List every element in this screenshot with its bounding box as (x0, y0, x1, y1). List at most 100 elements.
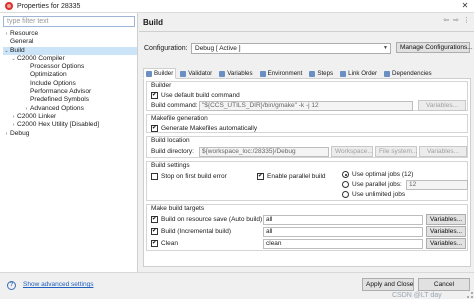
build-directory-variables-button[interactable]: Variables... (419, 146, 467, 157)
checkbox-checked-icon (151, 91, 158, 99)
stop-on-first-error-label: Stop on first build error (161, 173, 227, 180)
tab-variables[interactable]: Variables (216, 68, 255, 79)
filter-input[interactable]: type filter text (3, 16, 135, 27)
chevron-right-icon[interactable]: › (10, 113, 17, 121)
use-optimal-jobs-radio[interactable]: Use optimal jobs (12) (342, 170, 413, 179)
tab-builder[interactable]: Builder (143, 68, 177, 79)
use-default-build-command-checkbox[interactable]: Use default build command (151, 91, 240, 100)
tree-item[interactable]: General (3, 38, 137, 46)
enable-parallel-build-label: Enable parallel build (267, 173, 326, 180)
chevron-right-icon[interactable]: › (3, 130, 10, 138)
manage-configurations-button[interactable]: Manage Configurations... (396, 42, 473, 53)
file-system-button[interactable]: File system... (375, 146, 417, 157)
tab-steps[interactable]: Steps (306, 68, 336, 79)
target-variables-button[interactable]: Variables... (426, 226, 466, 237)
chevron-down-icon: ▼ (383, 44, 388, 51)
generate-makefiles-checkbox[interactable]: Generate Makefiles automatically (151, 124, 257, 133)
chevron-down-icon[interactable]: ⌄ (10, 55, 17, 63)
radio-unselected-icon (342, 181, 349, 188)
use-parallel-jobs-radio[interactable]: Use parallel jobs: 12 (342, 179, 468, 190)
tab-label: Validator (188, 69, 213, 77)
workspace-button[interactable]: Workspace... (331, 146, 373, 157)
parallel-jobs-spinner[interactable]: 12 (406, 179, 468, 190)
checkbox-checked-icon[interactable] (151, 239, 158, 247)
build-settings-group: Build settings Stop on first build error… (146, 161, 468, 201)
tree-item[interactable]: Optimization (3, 71, 137, 79)
builder-group: Builder Use default build command Build … (146, 81, 468, 111)
enable-parallel-build-checkbox[interactable]: Enable parallel build (257, 172, 326, 181)
checkbox-checked-icon[interactable] (151, 215, 158, 223)
help-icon[interactable]: ? (7, 281, 16, 290)
tree-item-label: General (10, 38, 34, 46)
build-command-variables-button[interactable]: Variables... (418, 100, 466, 111)
tab-icon (309, 70, 316, 77)
checkbox-unchecked-icon (151, 173, 158, 180)
checkbox-checked-icon[interactable] (151, 227, 158, 235)
chevron-right-icon[interactable]: › (10, 121, 17, 129)
target-row: Build on resource save (Auto build) all … (151, 214, 467, 225)
tree-item[interactable]: Processor Options (3, 63, 137, 71)
window-titlebar: Properties for 28335 ✕ (0, 0, 474, 13)
build-command-field[interactable]: "${CCS_UTILS_DIR}/bin/gmake" -k -j 12 (199, 100, 413, 111)
resize-grip-icon[interactable] (467, 292, 473, 298)
build-location-group: Build location Build directory: ${worksp… (146, 136, 468, 158)
tree-item[interactable]: Performance Advisor (3, 88, 137, 96)
target-field[interactable]: all (263, 214, 423, 225)
tree-item[interactable]: ⌄C2000 Compiler (3, 55, 137, 63)
chevron-right-icon[interactable]: › (3, 30, 10, 38)
tree-item[interactable]: › Debug (3, 130, 137, 138)
tree-item-label: Processor Options (30, 63, 85, 71)
build-settings-title: Build settings (151, 162, 190, 169)
tree-item[interactable]: Include Options (3, 80, 137, 88)
use-unlimited-jobs-radio[interactable]: Use unlimited jobs (342, 190, 405, 199)
make-build-targets-title: Make build targets (151, 205, 205, 212)
back-arrow-icon[interactable]: ⇦ (443, 16, 449, 24)
forward-arrow-icon[interactable]: ⇨ (453, 16, 459, 24)
tree-item[interactable]: › C2000 Hex Utility [Disabled] (3, 121, 137, 129)
build-properties-page: Build ⇦ ⇨ ⋮ Configuration: Debug [ Activ… (139, 13, 474, 272)
property-page-navigator: type filter text › Resource General ⌄Build ⌄… (0, 13, 138, 272)
show-advanced-settings-link[interactable]: Show advanced settings (23, 281, 93, 288)
chevron-right-icon[interactable]: › (23, 105, 30, 113)
tab-validator[interactable]: Validator (177, 68, 215, 79)
view-menu-icon[interactable]: ⋮ (463, 16, 470, 24)
tree-item[interactable]: › Resource (3, 30, 137, 38)
target-variables-button[interactable]: Variables... (426, 214, 466, 225)
tree-item[interactable]: › C2000 Linker (3, 113, 137, 121)
build-directory-field[interactable]: ${workspace_loc:/28335}/Debug (199, 146, 329, 157)
tree-item-label: C2000 Linker (17, 112, 57, 120)
chevron-down-icon[interactable]: ⌄ (3, 47, 10, 55)
tree-item-label: Performance Advisor (30, 88, 92, 96)
tree-item-label: Resource (10, 30, 39, 37)
stop-on-first-error-checkbox[interactable]: Stop on first build error (151, 172, 227, 181)
tab-label: Variables (227, 69, 253, 77)
tab-environment[interactable]: Environment (257, 68, 306, 79)
target-variables-button[interactable]: Variables... (426, 238, 466, 249)
use-parallel-jobs-label: Use parallel jobs: (352, 181, 402, 188)
target-field[interactable]: clean (263, 238, 423, 249)
checkbox-checked-icon (151, 124, 158, 132)
tree-item[interactable]: Predefined Symbols (3, 96, 137, 104)
tab-icon (259, 70, 266, 77)
make-build-targets-group: Make build targets Build on resource sav… (146, 204, 468, 251)
use-unlimited-jobs-label: Use unlimited jobs (352, 191, 406, 198)
close-icon[interactable]: ✕ (460, 1, 470, 11)
header-divider (139, 31, 474, 32)
tab-icon (146, 70, 152, 77)
tab-dependencies[interactable]: Dependencies (381, 68, 435, 79)
tree-item-label: Include Options (30, 79, 76, 87)
target-row: Build (Incremental build) all Variables.… (151, 226, 467, 237)
cancel-button[interactable]: Cancel (418, 278, 470, 291)
tree-item[interactable]: ⌄Build (3, 46, 137, 55)
tab-link-order[interactable]: Link Order (337, 68, 380, 79)
tab-icon (384, 70, 391, 77)
configuration-select[interactable]: Debug [ Active ] ▼ (191, 42, 391, 54)
eclipse-app-icon (5, 2, 13, 10)
target-field[interactable]: all (263, 226, 423, 237)
apply-and-close-button[interactable]: Apply and Close (362, 278, 414, 291)
target-label: Clean (161, 240, 178, 247)
tab-label: Builder (154, 69, 174, 77)
tab-label: Steps (317, 69, 334, 77)
page-header: Build ⇦ ⇨ ⋮ (139, 13, 474, 31)
tree-item[interactable]: › Advanced Options (3, 105, 137, 113)
